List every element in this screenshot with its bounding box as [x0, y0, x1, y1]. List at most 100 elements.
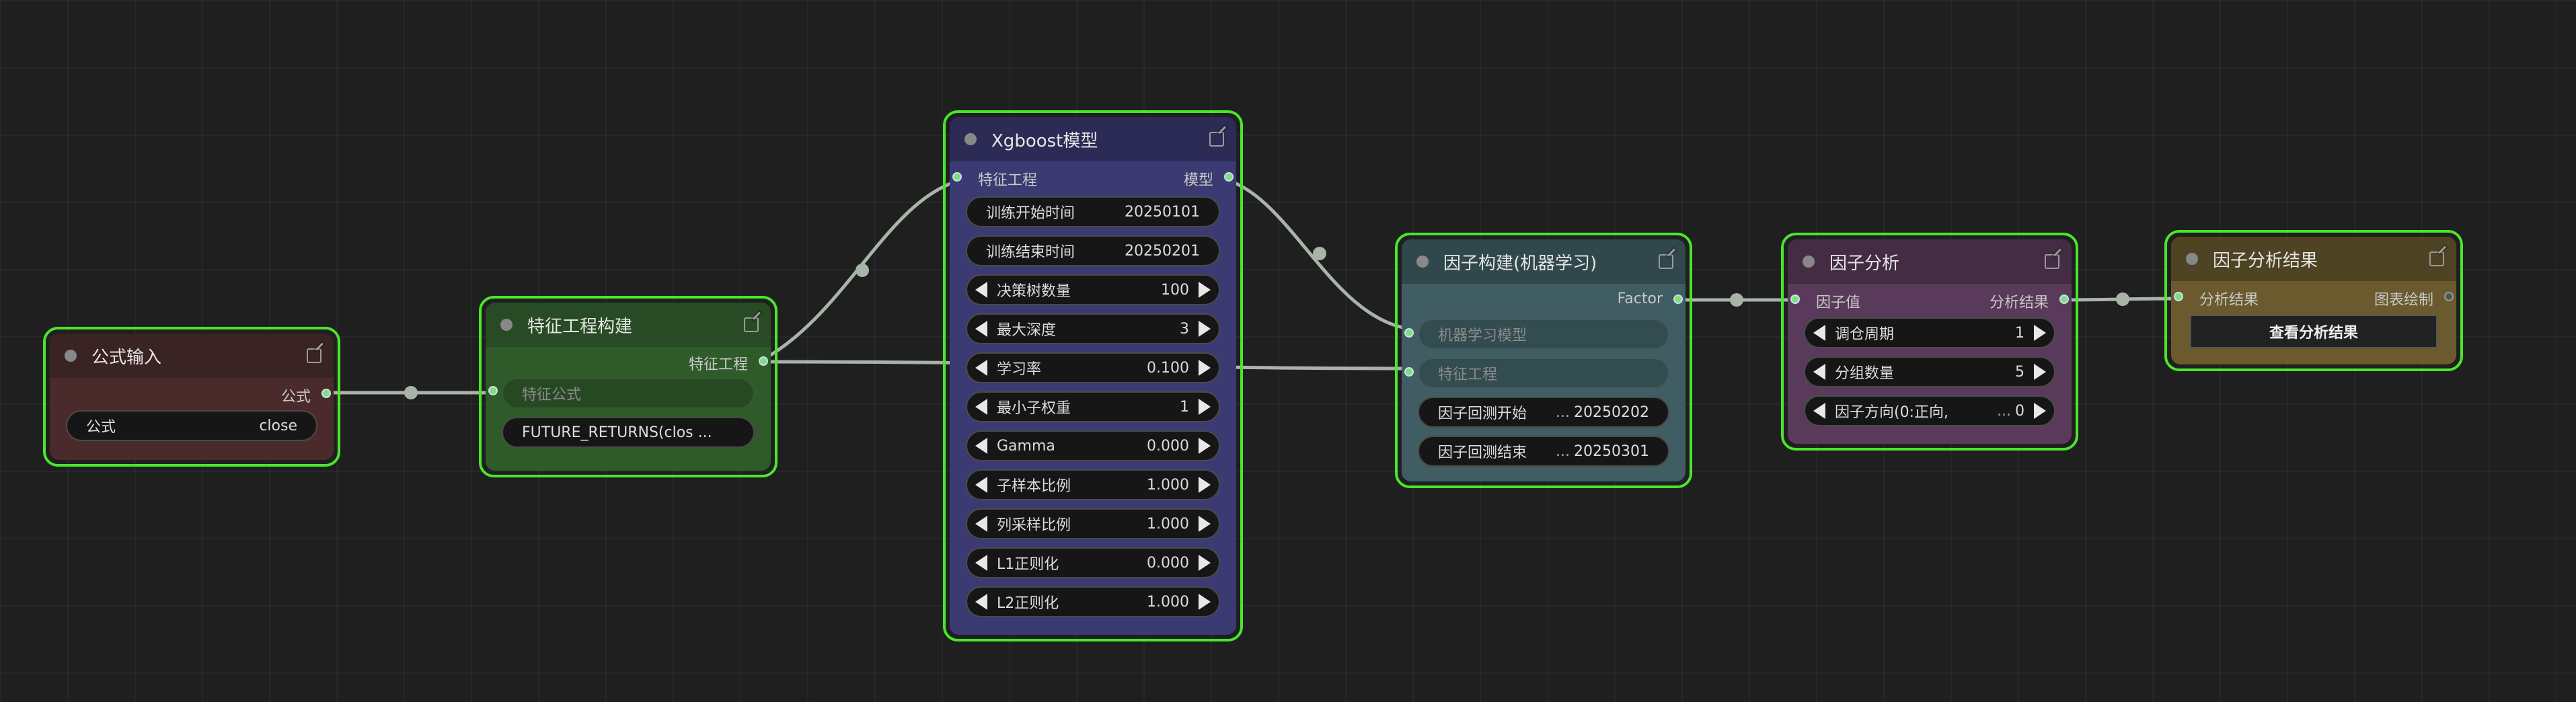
- widget-value: 100: [1161, 281, 1189, 299]
- input-port[interactable]: [2174, 292, 2183, 301]
- train-start-widget[interactable]: 训练开始时间 20250101: [966, 196, 1220, 227]
- widget-value: 0.000: [1147, 437, 1189, 455]
- decrement-arrow-icon[interactable]: [1813, 364, 1825, 380]
- node-title-bar[interactable]: 因子构建(机器学习): [1402, 239, 1685, 284]
- output-label: 特征工程: [688, 356, 748, 373]
- output-label: 分析结果: [1989, 295, 2049, 311]
- output-label: Factor: [1617, 290, 1663, 307]
- decrement-arrow-icon[interactable]: [975, 555, 987, 571]
- node-formula-input[interactable]: 公式输入 公式 公式 close: [43, 327, 340, 467]
- input-port[interactable]: [952, 172, 962, 182]
- edit-icon[interactable]: [307, 348, 321, 363]
- button-label: 查看分析结果: [2269, 325, 2358, 342]
- param-group-count-widget[interactable]: 分组数量 5: [1804, 356, 2055, 387]
- increment-arrow-icon[interactable]: [1199, 516, 1211, 532]
- edit-icon[interactable]: [2429, 251, 2444, 266]
- backtest-start-widget[interactable]: 因子回测开始 ... 20250202: [1418, 397, 1669, 428]
- decrement-arrow-icon[interactable]: [975, 438, 987, 454]
- output-port[interactable]: [2059, 295, 2069, 304]
- widget-label: 机器学习模型: [1438, 327, 1527, 344]
- increment-arrow-icon[interactable]: [2034, 364, 2046, 380]
- train-end-widget[interactable]: 训练结束时间 20250201: [966, 235, 1220, 266]
- ml-model-input-slot[interactable]: 机器学习模型: [1418, 319, 1669, 350]
- output-port[interactable]: [1224, 172, 1234, 182]
- node-title-bar[interactable]: 因子分析: [1788, 239, 2072, 284]
- decrement-arrow-icon[interactable]: [975, 594, 987, 610]
- decrement-arrow-icon[interactable]: [975, 516, 987, 532]
- increment-arrow-icon[interactable]: [1199, 555, 1211, 571]
- widget-label: 调仓周期: [1835, 326, 1895, 343]
- widget-value: 1: [2015, 324, 2024, 342]
- widget-value: 1: [1180, 398, 1189, 416]
- decrement-arrow-icon[interactable]: [975, 477, 987, 493]
- increment-arrow-icon[interactable]: [1199, 360, 1211, 376]
- edit-icon[interactable]: [2045, 254, 2059, 269]
- output-port[interactable]: [759, 356, 768, 366]
- decrement-arrow-icon[interactable]: [975, 321, 987, 337]
- input-port[interactable]: [1790, 295, 1800, 304]
- edit-icon[interactable]: [744, 317, 759, 332]
- node-xgboost-model[interactable]: Xgboost模型 特征工程 模型 训练开始时间 20250101 训练结束时间…: [943, 110, 1243, 641]
- increment-arrow-icon[interactable]: [1199, 399, 1211, 415]
- param-l2-widget[interactable]: L2正则化 1.000: [966, 586, 1220, 617]
- input-label: 分析结果: [2199, 292, 2259, 309]
- node-status-dot: [1803, 256, 1815, 268]
- output-port[interactable]: [321, 389, 331, 398]
- increment-arrow-icon[interactable]: [1199, 477, 1211, 493]
- node-feature-engineering[interactable]: 特征工程构建 特征工程 特征公式 FUTURE_RETURNS(clos ...: [479, 296, 778, 477]
- param-n-estimators-widget[interactable]: 决策树数量 100: [966, 274, 1220, 305]
- node-status-dot: [1416, 256, 1429, 268]
- param-max-depth-widget[interactable]: 最大深度 3: [966, 313, 1220, 344]
- feature-formula-text-widget[interactable]: FUTURE_RETURNS(clos ...: [502, 417, 755, 448]
- decrement-arrow-icon[interactable]: [1813, 403, 1825, 419]
- param-colsample-widget[interactable]: 列采样比例 1.000: [966, 508, 1220, 539]
- edit-icon[interactable]: [1659, 254, 1673, 269]
- feature-input-slot[interactable]: 特征工程: [1418, 358, 1669, 389]
- param-rebalance-period-widget[interactable]: 调仓周期 1: [1804, 317, 2055, 348]
- widget-value: 20250101: [1125, 203, 1200, 221]
- decrement-arrow-icon[interactable]: [975, 282, 987, 298]
- node-title: 因子构建(机器学习): [1443, 253, 1597, 274]
- widget-label: 最小子权重: [997, 400, 1071, 417]
- param-factor-direction-widget[interactable]: 因子方向(0:正向, ... 0: [1804, 395, 2055, 426]
- view-analysis-result-button[interactable]: 查看分析结果: [2190, 315, 2437, 348]
- param-subsample-widget[interactable]: 子样本比例 1.000: [966, 469, 1220, 500]
- widget-label: 公式: [86, 419, 116, 436]
- widget-label: 决策树数量: [997, 283, 1071, 300]
- node-title-bar[interactable]: 公式输入: [50, 334, 334, 378]
- input-port-model[interactable]: [1404, 328, 1414, 338]
- increment-arrow-icon[interactable]: [1199, 321, 1211, 337]
- node-factor-build-ml[interactable]: 因子构建(机器学习) Factor 机器学习模型 特征工程 因子回测开始 ...…: [1395, 233, 1692, 488]
- node-status-dot: [2186, 253, 2198, 265]
- reroute-dot: [856, 264, 869, 277]
- backtest-end-widget[interactable]: 因子回测结束 ... 20250301: [1418, 436, 1669, 467]
- decrement-arrow-icon[interactable]: [975, 399, 987, 415]
- widget-value: 0: [2015, 402, 2024, 420]
- param-learning-rate-widget[interactable]: 学习率 0.100: [966, 352, 1220, 383]
- edit-icon[interactable]: [1209, 132, 1224, 147]
- param-l1-widget[interactable]: L1正则化 0.000: [966, 547, 1220, 578]
- output-port[interactable]: [2444, 292, 2454, 301]
- node-analysis-result[interactable]: 因子分析结果 分析结果 图表绘制 查看分析结果: [2164, 230, 2463, 371]
- increment-arrow-icon[interactable]: [1199, 438, 1211, 454]
- increment-arrow-icon[interactable]: [2034, 325, 2046, 341]
- param-min-child-weight-widget[interactable]: 最小子权重 1: [966, 391, 1220, 422]
- formula-text-widget[interactable]: 公式 close: [66, 410, 317, 441]
- widget-label: L1正则化: [997, 556, 1059, 573]
- input-port[interactable]: [488, 386, 498, 395]
- decrement-arrow-icon[interactable]: [975, 360, 987, 376]
- node-title-bar[interactable]: Xgboost模型: [950, 117, 1236, 161]
- increment-arrow-icon[interactable]: [1199, 594, 1211, 610]
- decrement-arrow-icon[interactable]: [1813, 325, 1825, 341]
- increment-arrow-icon[interactable]: [2034, 403, 2046, 419]
- node-title-bar[interactable]: 因子分析结果: [2171, 237, 2456, 281]
- widget-value: 5: [2015, 363, 2024, 381]
- input-port-feature[interactable]: [1404, 367, 1414, 377]
- param-gamma-widget[interactable]: Gamma 0.000: [966, 430, 1220, 461]
- widget-label: L2正则化: [997, 595, 1059, 612]
- increment-arrow-icon[interactable]: [1199, 282, 1211, 298]
- node-title-bar[interactable]: 特征工程构建: [486, 303, 771, 347]
- feature-formula-input-slot[interactable]: 特征公式: [502, 378, 755, 409]
- node-factor-analysis[interactable]: 因子分析 因子值 分析结果 调仓周期 1 分组数量 5 因子方向(0:正向, .…: [1781, 233, 2078, 451]
- output-port[interactable]: [1673, 295, 1683, 304]
